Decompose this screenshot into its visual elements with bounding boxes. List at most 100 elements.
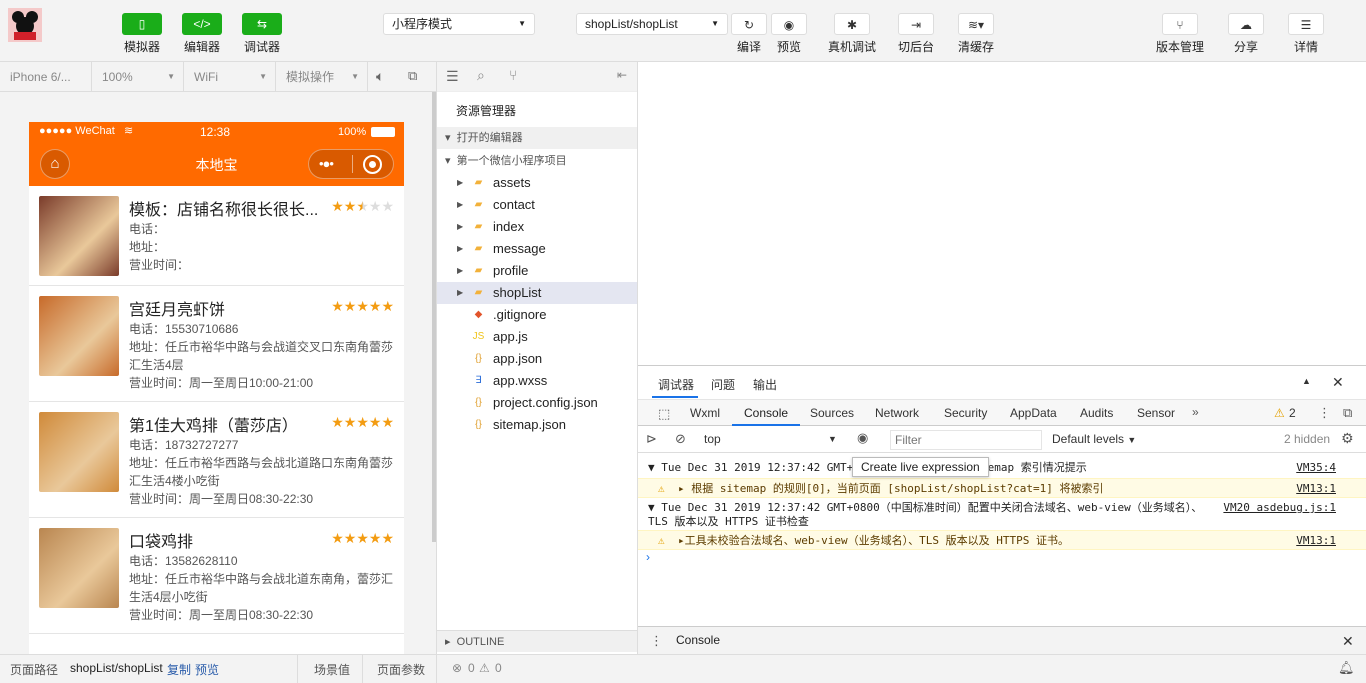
tree-item-contact[interactable]: ▶ ▰ contact <box>437 194 637 216</box>
avatar[interactable] <box>8 8 42 42</box>
chevron-right-icon: ▶ <box>457 288 464 297</box>
tree-item-.gitignore[interactable]: ◆ .gitignore <box>437 304 637 326</box>
清缓存-button[interactable]: ≋▾ 清缓存 <box>950 13 1002 55</box>
调试器-button[interactable]: ⇆ 调试器 <box>234 13 290 55</box>
scene-button[interactable]: 场景值 <box>314 661 350 678</box>
tab-console[interactable]: Console <box>744 406 788 420</box>
list-item[interactable]: 口袋鸡排 ★★★★★ 电话：13582628110 地址：任丘市裕华中路与会战北道东南… <box>29 518 404 634</box>
shop-hours: 营业时间： <box>129 258 190 272</box>
详情-button[interactable]: ☰ 详情 <box>1280 13 1332 55</box>
warning-icon[interactable]: ⚠ <box>479 661 490 675</box>
prompt-icon[interactable]: › <box>646 550 650 564</box>
tab-sources[interactable]: Sources <box>810 406 854 420</box>
预览-button[interactable]: ◉ 预览 <box>763 13 815 55</box>
tree-item-message[interactable]: ▶ ▰ message <box>437 238 637 260</box>
more-tabs-icon[interactable]: » <box>1192 405 1199 419</box>
message-text: ▸工具未校验合法域名、web-view（业务域名）、TLS 版本以及 HTTPS… <box>678 534 1069 547</box>
list-item[interactable]: 第1佳大鸡排（蕾莎店） ★★★★★ 电话：18732727277 地址：任丘市裕华西路… <box>29 402 404 518</box>
kebab-icon[interactable]: ⋮ <box>650 633 663 649</box>
params-button[interactable]: 页面参数 <box>377 661 425 678</box>
inspect-icon[interactable]: ⬚ <box>658 406 670 422</box>
gear-icon[interactable]: ⚙ <box>1341 430 1354 447</box>
star-icon: ★ <box>343 198 357 214</box>
page-select[interactable]: shopList/shopList ▼ <box>576 13 728 35</box>
project-header[interactable]: ▾ 第一个微信小程序项目 <box>437 150 637 172</box>
tree-item-shopList[interactable]: ▶ ▰ shopList <box>437 282 637 304</box>
shop-address: 地址：任丘市裕华西路与会战北道路口东南角蕾莎汇生活4楼小吃街 <box>129 456 394 488</box>
clear-icon[interactable]: ⊘ <box>675 431 686 447</box>
devtools-tab[interactable]: 调试器 <box>658 376 694 393</box>
tree-item-app.wxss[interactable]: ∃ app.wxss <box>437 370 637 392</box>
tree-item-profile[interactable]: ▶ ▰ profile <box>437 260 637 282</box>
error-icon[interactable]: ⊗ <box>452 661 462 675</box>
tree-item-label: assets <box>493 175 531 190</box>
search-icon[interactable]: ⌕ <box>477 67 485 84</box>
bell-icon[interactable]: 🔔︎ <box>1338 660 1355 676</box>
mode-select[interactable]: 小程序模式 ▼ <box>383 13 535 35</box>
open-editors-header[interactable]: ▾ 打开的编辑器 <box>437 127 637 149</box>
tab-audits[interactable]: Audits <box>1080 406 1113 420</box>
list-item[interactable] <box>29 634 404 654</box>
dock-icon[interactable]: ⧉ <box>1343 405 1352 421</box>
source-link[interactable]: VM13:1 <box>1296 482 1336 495</box>
list-icon[interactable]: ☰ <box>446 68 459 85</box>
network-select[interactable]: WiFi ▼ <box>184 62 276 92</box>
真机调试-button[interactable]: ✱ 真机调试 <box>826 13 878 55</box>
版本管理-button[interactable]: ⑂ 版本管理 <box>1154 13 1206 55</box>
tab-network[interactable]: Network <box>875 406 919 420</box>
levels-select[interactable]: Default levels ▼ <box>1052 432 1136 446</box>
copy-link[interactable]: 复制 <box>167 661 191 678</box>
console-message[interactable]: ⚠ ▸ 根据 sitemap 的规则[0]，当前页面 [shopList/shop… <box>638 478 1366 498</box>
模拟器-button[interactable]: ▯ 模拟器 <box>114 13 170 55</box>
list-item[interactable]: 宫廷月亮虾饼 ★★★★★ 电话：15530710686 地址：任丘市裕华中路与会战道交… <box>29 286 404 402</box>
tree-item-assets[interactable]: ▶ ▰ assets <box>437 172 637 194</box>
切后台-button[interactable]: ⇥ 切后台 <box>890 13 942 55</box>
console-message[interactable]: ▼ Tue Dec 31 2019 12:37:42 GMT+0800（中国标准… <box>638 498 1366 528</box>
device-select[interactable]: iPhone 6/... <box>0 62 92 92</box>
console-message[interactable]: ▼ Tue Dec 31 2019 12:37:42 GMT+0800（中国标准… <box>638 458 1366 478</box>
operation-select[interactable]: 模拟操作 ▼ <box>276 62 368 92</box>
zoom-select[interactable]: 100% ▼ <box>92 62 184 92</box>
close-icon[interactable]: ✕ <box>1342 633 1354 650</box>
warning-icon: ⚠ <box>658 534 665 547</box>
tree-item-app.json[interactable]: {} app.json <box>437 348 637 370</box>
编辑器-button[interactable]: </> 编辑器 <box>174 13 230 55</box>
preview-link[interactable]: 预览 <box>195 661 219 678</box>
tab-security[interactable]: Security <box>944 406 987 420</box>
shop-phone: 电话：13582628110 <box>129 554 238 568</box>
kebab-icon[interactable]: ⋮ <box>1318 405 1331 421</box>
panel-tabs: ⬚ Wxml Console Sources Network Security AppDa… <box>638 399 1366 426</box>
sidebar-toggle-icon[interactable]: ⊳ <box>646 431 657 447</box>
popout-icon[interactable]: ⧉ <box>408 68 417 84</box>
chevron-up-icon[interactable]: ▲ <box>1302 376 1311 386</box>
drawer-tab-console[interactable]: Console <box>668 627 728 656</box>
source-link[interactable]: VM20 asdebug.js:1 <box>1223 501 1336 514</box>
tree-item-app.js[interactable]: JS app.js <box>437 326 637 348</box>
tree-item-project.config.json[interactable]: {} project.config.json <box>437 392 637 414</box>
source-link[interactable]: VM35:4 <box>1296 461 1336 474</box>
outline-header[interactable]: ▸ OUTLINE <box>437 630 637 652</box>
close-icon[interactable]: ✕ <box>1332 374 1344 391</box>
close-miniprogram-icon[interactable] <box>363 155 382 174</box>
battery-label: 100% <box>338 126 367 138</box>
branch-icon[interactable]: ⑂ <box>509 67 517 83</box>
more-icon[interactable]: •●• <box>319 156 334 171</box>
list-item[interactable]: 模板：店铺名称很长很长... ★★★★★ 电话： 地址： 营业时间： <box>29 186 404 286</box>
console-message[interactable]: ⚠ ▸工具未校验合法域名、web-view（业务域名）、TLS 版本以及 HTTP… <box>638 530 1366 550</box>
devtools-tab[interactable]: 输出 <box>753 376 777 393</box>
tree-item-sitemap.json[interactable]: {} sitemap.json <box>437 414 637 436</box>
volume-icon[interactable]: 🔈︎ <box>376 68 384 85</box>
filter-input[interactable] <box>890 430 1042 450</box>
collapse-icon[interactable]: ⇤ <box>617 68 627 82</box>
tab-sensor[interactable]: Sensor <box>1137 406 1175 420</box>
tab-wxml[interactable]: Wxml <box>690 406 720 420</box>
tree-item-index[interactable]: ▶ ▰ index <box>437 216 637 238</box>
tree-item-label: sitemap.json <box>493 417 566 432</box>
eye-icon[interactable]: ◉ <box>857 430 868 446</box>
devtools-tab[interactable]: 问题 <box>711 376 735 393</box>
warning-count-bottom: 0 <box>495 661 502 675</box>
分享-button[interactable]: ☁ 分享 <box>1220 13 1272 55</box>
tab-appdata[interactable]: AppData <box>1010 406 1057 420</box>
context-select[interactable]: top ▼ <box>704 429 840 450</box>
source-link[interactable]: VM13:1 <box>1296 534 1336 547</box>
